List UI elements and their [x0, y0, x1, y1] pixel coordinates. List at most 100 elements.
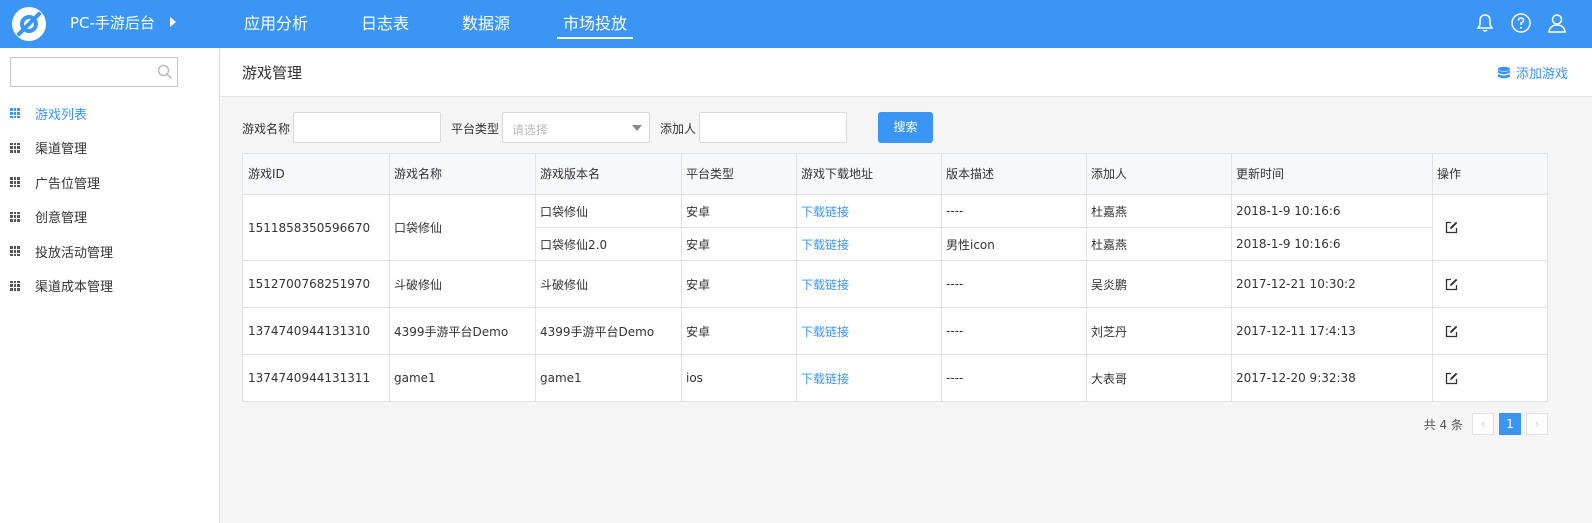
adder-label: 添加人 — [660, 122, 697, 136]
chevron-down-icon — [632, 125, 642, 131]
sidebar-item-label: 渠道管理 — [35, 142, 88, 158]
sidebar-item-campaign[interactable]: 投放活动管理 — [0, 234, 219, 269]
adder-input[interactable] — [699, 112, 847, 143]
edit-icon — [1445, 325, 1458, 337]
cell-updated: 2018-1-9 10:16:6 — [1236, 204, 1341, 218]
sidebar-search-input[interactable] — [10, 57, 178, 87]
header-game-id[interactable]: 游戏ID — [243, 154, 389, 195]
platform-placeholder: 请选择 — [512, 123, 549, 137]
edit-icon — [1445, 278, 1458, 290]
prev-page-button[interactable]: ‹ — [1472, 413, 1494, 435]
cell-version-name: 口袋修仙 — [540, 204, 589, 219]
edit-button[interactable] — [1440, 195, 1500, 260]
cell-updated: 2017-12-11 17:4:13 — [1236, 324, 1356, 338]
cell-game-name: 斗破修仙 — [394, 277, 443, 292]
cell-adder: 刘芝丹 — [1091, 324, 1128, 339]
search-button[interactable]: 搜索 — [878, 112, 933, 143]
download-link[interactable]: 下载链接 — [796, 195, 941, 227]
cell-desc: ---- — [946, 324, 964, 338]
sidebar-item-label: 广告位管理 — [35, 176, 101, 192]
cell-updated: 2018-1-9 10:16:6 — [1236, 237, 1341, 251]
cell-game-name: 4399手游平台Demo — [394, 324, 509, 339]
sidebar-item-channel[interactable]: 渠道管理 — [0, 131, 219, 166]
cell-platform: 安卓 — [686, 237, 711, 252]
grid-icon — [10, 177, 20, 188]
cell-game-id: 1511858350596670 — [248, 220, 371, 235]
cell-adder: 吴炎鹏 — [1091, 277, 1128, 292]
nav-log-table[interactable]: 日志表 — [361, 0, 409, 48]
app-title[interactable]: PC-手游后台 — [70, 12, 155, 33]
user-icon[interactable] — [1546, 12, 1568, 34]
edit-button[interactable] — [1440, 355, 1500, 401]
cell-version-name: 口袋修仙2.0 — [540, 237, 608, 252]
game-name-input[interactable] — [293, 112, 441, 143]
download-link[interactable]: 下载链接 — [796, 308, 941, 354]
sidebar-item-ad-slot[interactable]: 广告位管理 — [0, 165, 219, 200]
cell-updated: 2017-12-21 10:30:2 — [1236, 277, 1356, 291]
edit-icon — [1445, 372, 1458, 384]
cell-game-id: 1374740944131310 — [248, 324, 371, 338]
sidebar-item-label: 投放活动管理 — [35, 245, 114, 261]
sidebar-item-channel-cost[interactable]: 渠道成本管理 — [0, 269, 219, 304]
cell-updated: 2017-12-20 9:32:38 — [1236, 371, 1356, 385]
header-download[interactable]: 游戏下载地址 — [796, 154, 941, 195]
grid-icon — [10, 211, 20, 222]
cell-adder: 杜嘉燕 — [1091, 237, 1128, 252]
next-page-button[interactable]: › — [1526, 413, 1548, 435]
cell-version-name: 斗破修仙 — [540, 277, 589, 292]
grid-icon — [10, 246, 20, 257]
download-link[interactable]: 下载链接 — [796, 261, 941, 307]
edit-icon — [1445, 221, 1458, 234]
top-bar: PC-手游后台 应用分析 日志表 数据源 市场投放 — [0, 0, 1592, 48]
page-header: 游戏管理 添加游戏 — [221, 48, 1592, 97]
cell-platform: ios — [686, 371, 703, 385]
caret-right-icon[interactable] — [170, 17, 176, 27]
header-game-name[interactable]: 游戏名称 — [389, 154, 535, 195]
sidebar-menu: 游戏列表 渠道管理 广告位管理 创意管理 投放活动管理 渠道成本管理 — [0, 96, 219, 303]
cell-version-name: 4399手游平台Demo — [540, 324, 655, 339]
nav-data-source[interactable]: 数据源 — [462, 0, 510, 48]
edit-button[interactable] — [1440, 261, 1500, 307]
page-number-button[interactable]: 1 — [1499, 413, 1521, 435]
grid-icon — [10, 108, 20, 119]
sidebar: 游戏列表 渠道管理 广告位管理 创意管理 投放活动管理 渠道成本管理 — [0, 48, 220, 523]
page-title: 游戏管理 — [242, 64, 303, 82]
cell-adder: 大表哥 — [1091, 371, 1128, 386]
header-adder[interactable]: 添加人 — [1086, 154, 1231, 195]
sidebar-item-label: 创意管理 — [35, 211, 88, 227]
filter-bar: 游戏名称 平台类型 请选择 添加人 搜索 — [242, 112, 1562, 144]
header-desc[interactable]: 版本描述 — [941, 154, 1086, 195]
header-platform[interactable]: 平台类型 — [681, 154, 796, 195]
bell-icon[interactable] — [1474, 12, 1496, 34]
platform-select[interactable]: 请选择 — [502, 112, 650, 143]
sidebar-item-game-list[interactable]: 游戏列表 — [0, 96, 219, 131]
search-icon[interactable] — [156, 63, 174, 81]
download-link[interactable]: 下载链接 — [796, 228, 941, 260]
top-icons — [1474, 12, 1568, 34]
game-name-label: 游戏名称 — [242, 122, 291, 136]
cell-desc: ---- — [946, 204, 964, 218]
sidebar-item-label: 游戏列表 — [35, 107, 88, 123]
help-icon[interactable] — [1510, 12, 1532, 34]
column-divider — [1432, 154, 1433, 401]
header-updated[interactable]: 更新时间 — [1231, 154, 1432, 195]
cell-game-id: 1512700768251970 — [248, 277, 371, 291]
database-icon — [1497, 66, 1510, 78]
cell-platform: 安卓 — [686, 324, 711, 339]
header-version-name[interactable]: 游戏版本名 — [535, 154, 681, 195]
cell-game-name: 口袋修仙 — [394, 221, 443, 235]
sidebar-item-creative[interactable]: 创意管理 — [0, 200, 219, 235]
edit-button[interactable] — [1440, 308, 1500, 354]
app-logo[interactable] — [12, 7, 46, 41]
cell-version-name: game1 — [540, 371, 582, 385]
cell-adder: 杜嘉燕 — [1091, 204, 1128, 219]
nav-market-delivery[interactable]: 市场投放 — [557, 0, 634, 48]
add-game-button[interactable]: 添加游戏 — [1497, 63, 1568, 82]
platform-label: 平台类型 — [451, 122, 500, 136]
pagination-total: 共 4 条 — [1423, 417, 1463, 432]
download-link[interactable]: 下载链接 — [796, 355, 941, 401]
nav-app-analysis[interactable]: 应用分析 — [244, 0, 308, 48]
grid-icon — [10, 142, 20, 153]
header-action[interactable]: 操作 — [1432, 154, 1547, 195]
cell-game-name: game1 — [394, 371, 436, 385]
